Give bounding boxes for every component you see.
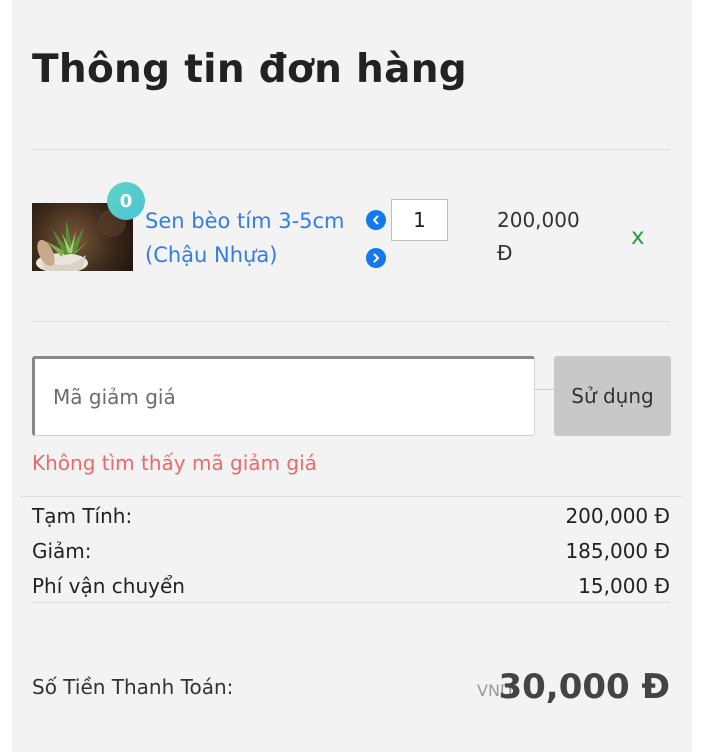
chevron-left-circle-icon xyxy=(373,215,379,225)
quantity-input[interactable] xyxy=(391,199,448,241)
order-summary-panel: Thông tin đơn hàng 0 Sen bèo tím 3-5cm (… xyxy=(12,0,692,752)
shipping-row: Phí vận chuyển 15,000 Đ xyxy=(32,571,670,601)
input-group-connector xyxy=(535,389,555,390)
decrease-quantity-button[interactable] xyxy=(366,210,386,230)
divider xyxy=(20,496,682,497)
discount-label: Giảm: xyxy=(32,539,92,563)
product-name-link[interactable]: Sen bèo tím 3-5cm (Chậu Nhựa) xyxy=(145,204,355,272)
chevron-right-circle-icon xyxy=(373,253,379,263)
increase-quantity-button[interactable] xyxy=(366,248,386,268)
divider xyxy=(32,602,670,603)
shipping-value: 15,000 Đ xyxy=(578,574,670,598)
total-amount: 30,000 Đ xyxy=(498,667,670,707)
divider xyxy=(32,149,670,150)
remove-item-button[interactable]: x xyxy=(631,224,645,250)
coupon-code-input[interactable] xyxy=(32,356,535,436)
divider xyxy=(32,321,670,322)
discount-row: Giảm: 185,000 Đ xyxy=(32,536,670,566)
item-price: 200,000 Đ xyxy=(497,208,580,265)
total-label: Số Tiền Thanh Toán: xyxy=(32,675,234,699)
shipping-label: Phí vận chuyển xyxy=(32,574,185,598)
apply-coupon-button[interactable]: Sử dụng xyxy=(554,356,671,436)
page-title: Thông tin đơn hàng xyxy=(32,47,467,92)
subtotal-value: 200,000 Đ xyxy=(565,504,670,528)
item-count-badge: 0 xyxy=(107,182,145,220)
discount-value: 185,000 Đ xyxy=(565,539,670,563)
subtotal-row: Tạm Tính: 200,000 Đ xyxy=(32,501,670,531)
subtotal-label: Tạm Tính: xyxy=(32,504,133,528)
coupon-error-message: Không tìm thấy mã giảm giá xyxy=(32,451,317,475)
